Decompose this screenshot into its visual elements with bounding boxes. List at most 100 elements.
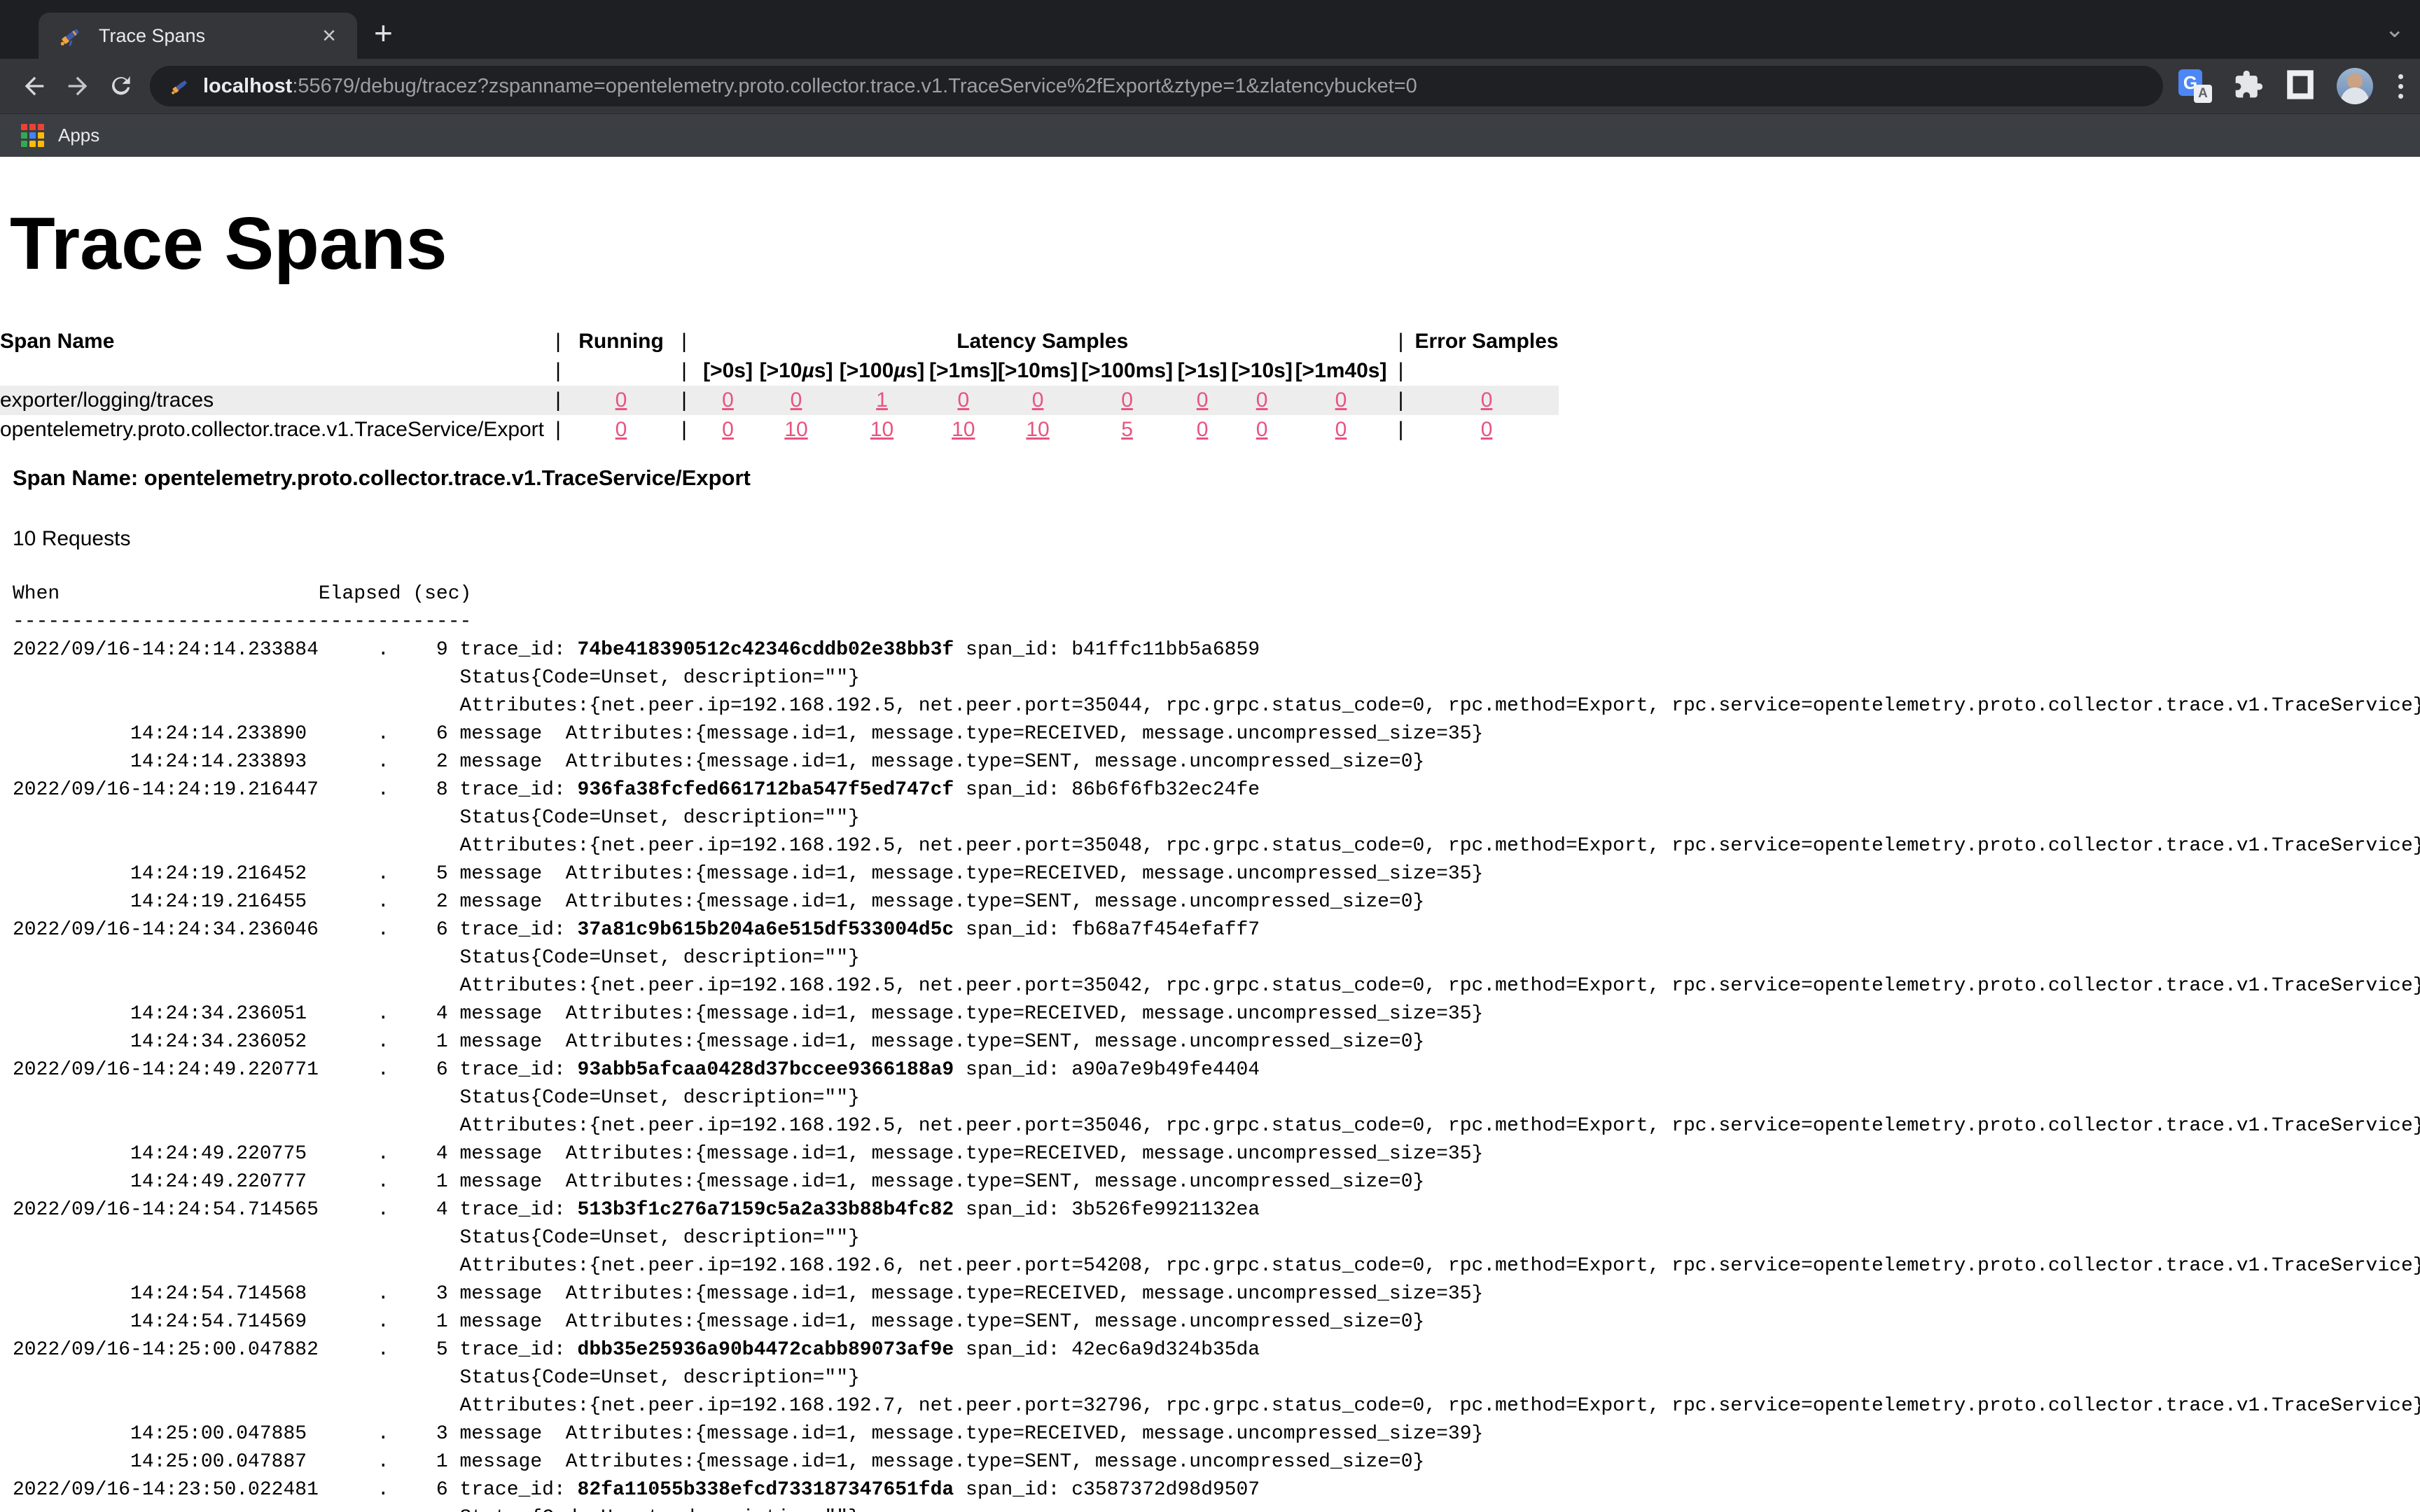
bucket-label-6: [>1s] — [1176, 356, 1229, 386]
record-6-status: Status{Code=Unset, description=""} — [13, 1504, 2420, 1512]
pipe: | — [544, 386, 572, 415]
latency-count-1: 0 — [758, 386, 835, 415]
tracez-page: Trace Spans Span Name|Running|Latency Sa… — [0, 202, 2420, 1512]
latency-count-4-link[interactable]: 10 — [1026, 418, 1049, 441]
side-panel-button[interactable] — [2285, 69, 2316, 104]
latency-count-7-link[interactable]: 0 — [1256, 418, 1268, 441]
record-1-status: Status{Code=Unset, description=""} — [13, 804, 2420, 832]
url-host: localhost — [203, 75, 292, 97]
avatar-head — [2347, 74, 2363, 89]
pipe: | — [1386, 386, 1414, 415]
puzzle-icon — [2233, 69, 2264, 100]
latency-count-0-link[interactable]: 0 — [722, 418, 734, 441]
record-4-head: 2022/09/16-14:24:54.714565 . 4 trace_id:… — [13, 1196, 2420, 1224]
latency-count-6-link[interactable]: 0 — [1197, 388, 1209, 412]
tab-title: Trace Spans — [99, 25, 315, 47]
chrome-menu-button[interactable] — [2394, 70, 2407, 103]
record-6-head: 2022/09/16-14:23:50.022481 . 6 trace_id:… — [13, 1476, 2420, 1504]
pipe: | — [544, 415, 572, 444]
kebab-dot — [2398, 84, 2403, 89]
record-3-status: Status{Code=Unset, description=""} — [13, 1084, 2420, 1112]
record-0-attributes: Attributes:{net.peer.ip=192.168.192.5, n… — [13, 692, 2420, 720]
tab-strip: Trace Spans × + ⌄ — [0, 0, 2420, 59]
url-text: localhost:55679/debug/tracez?zspanname=o… — [203, 75, 1417, 98]
record-2-attributes: Attributes:{net.peer.ip=192.168.192.5, n… — [13, 972, 2420, 1000]
record-4-status: Status{Code=Unset, description=""} — [13, 1224, 2420, 1252]
record-2-head: 2022/09/16-14:24:34.236046 . 6 trace_id:… — [13, 916, 2420, 944]
latency-count-3-link[interactable]: 10 — [952, 418, 975, 441]
latency-count-7-link[interactable]: 0 — [1256, 388, 1268, 412]
error-count: 0 — [1414, 386, 1558, 415]
reload-button[interactable] — [99, 64, 143, 108]
translate-button[interactable]: G A — [2178, 69, 2212, 103]
pipe: | — [670, 327, 698, 356]
translate-icon-card: A — [2194, 85, 2212, 103]
detail-span-name: Span Name: opentelemetry.proto.collector… — [13, 465, 2420, 491]
latency-count-0-link[interactable]: 0 — [722, 388, 734, 412]
latency-count-1-link[interactable]: 0 — [791, 388, 802, 412]
running-count-link[interactable]: 0 — [616, 418, 627, 441]
latency-count-4: 10 — [998, 415, 1078, 444]
empty — [0, 356, 544, 386]
page-title: Trace Spans — [10, 202, 2420, 286]
records-header: When Elapsed (sec) — [13, 580, 2420, 608]
record-1-message-0: 14:24:19.216452 . 5 message Attributes:{… — [13, 860, 2420, 888]
address-bar[interactable]: localhost:55679/debug/tracez?zspanname=o… — [150, 66, 2163, 106]
record-5-attributes: Attributes:{net.peer.ip=192.168.192.7, n… — [13, 1392, 2420, 1420]
pipe: | — [544, 356, 572, 386]
latency-count-1-link[interactable]: 10 — [784, 418, 807, 441]
side-panel-icon — [2285, 69, 2316, 100]
col-running: Running — [572, 327, 670, 356]
tab-close-icon[interactable]: × — [315, 21, 343, 50]
latency-count-8-link[interactable]: 0 — [1335, 388, 1347, 412]
record-2-message-1: 14:24:34.236052 . 1 message Attributes:{… — [13, 1028, 2420, 1056]
latency-count-5-link[interactable]: 0 — [1121, 388, 1133, 412]
latency-count-8-link[interactable]: 0 — [1335, 418, 1347, 441]
span-name: exporter/logging/traces — [0, 386, 544, 415]
latency-count-6-link[interactable]: 0 — [1197, 418, 1209, 441]
bucket-label-5: [>100ms] — [1078, 356, 1176, 386]
latency-count-3: 10 — [929, 415, 998, 444]
bucket-label-2: [>100µs] — [835, 356, 929, 386]
tab-search-chevron-icon[interactable]: ⌄ — [2385, 15, 2405, 43]
latency-count-8: 0 — [1295, 386, 1387, 415]
record-5-message-0: 14:25:00.047885 . 3 message Attributes:{… — [13, 1420, 2420, 1448]
latency-count-2-link[interactable]: 10 — [870, 418, 893, 441]
latency-count-8: 0 — [1295, 415, 1387, 444]
col-error-samples: Error Samples — [1414, 327, 1558, 356]
record-0-message-1: 14:24:14.233893 . 2 message Attributes:{… — [13, 748, 2420, 776]
latency-count-5-link[interactable]: 5 — [1121, 418, 1133, 441]
browser-tab[interactable]: Trace Spans × — [39, 13, 357, 59]
span-row-0: exporter/logging/traces|0|001000000|0 — [0, 386, 1559, 415]
error-count-link[interactable]: 0 — [1481, 388, 1493, 412]
record-3-message-1: 14:24:49.220777 . 1 message Attributes:{… — [13, 1168, 2420, 1196]
bucket-label-0: [>0s] — [698, 356, 758, 386]
pipe: | — [670, 356, 698, 386]
new-tab-button[interactable]: + — [374, 17, 393, 49]
error-count: 0 — [1414, 415, 1558, 444]
record-3-head: 2022/09/16-14:24:49.220771 . 6 trace_id:… — [13, 1056, 2420, 1084]
pipe: | — [1386, 415, 1414, 444]
summary-bucket-row: ||[>0s][>10µs][>100µs][>1ms][>10ms][>100… — [0, 356, 1559, 386]
latency-count-7: 0 — [1229, 386, 1295, 415]
record-2-status: Status{Code=Unset, description=""} — [13, 944, 2420, 972]
back-button[interactable] — [13, 64, 56, 108]
reload-icon — [108, 73, 134, 99]
latency-count-1: 10 — [758, 415, 835, 444]
running-count-link[interactable]: 0 — [616, 388, 627, 412]
latency-count-5: 0 — [1078, 386, 1176, 415]
forward-arrow-icon — [64, 72, 92, 100]
latency-count-2-link[interactable]: 1 — [876, 388, 888, 412]
latency-count-2: 1 — [835, 386, 929, 415]
profile-avatar[interactable] — [2337, 68, 2373, 104]
extensions-button[interactable] — [2233, 69, 2264, 104]
forward-button[interactable] — [56, 64, 99, 108]
running-count: 0 — [572, 415, 670, 444]
avatar-shoulders — [2341, 88, 2369, 104]
col-span-name: Span Name — [0, 327, 544, 356]
bucket-label-8: [>1m40s] — [1295, 356, 1387, 386]
bookmark-apps[interactable]: Apps — [58, 125, 99, 146]
error-count-link[interactable]: 0 — [1481, 418, 1493, 441]
latency-count-4-link[interactable]: 0 — [1032, 388, 1044, 412]
latency-count-3-link[interactable]: 0 — [957, 388, 969, 412]
